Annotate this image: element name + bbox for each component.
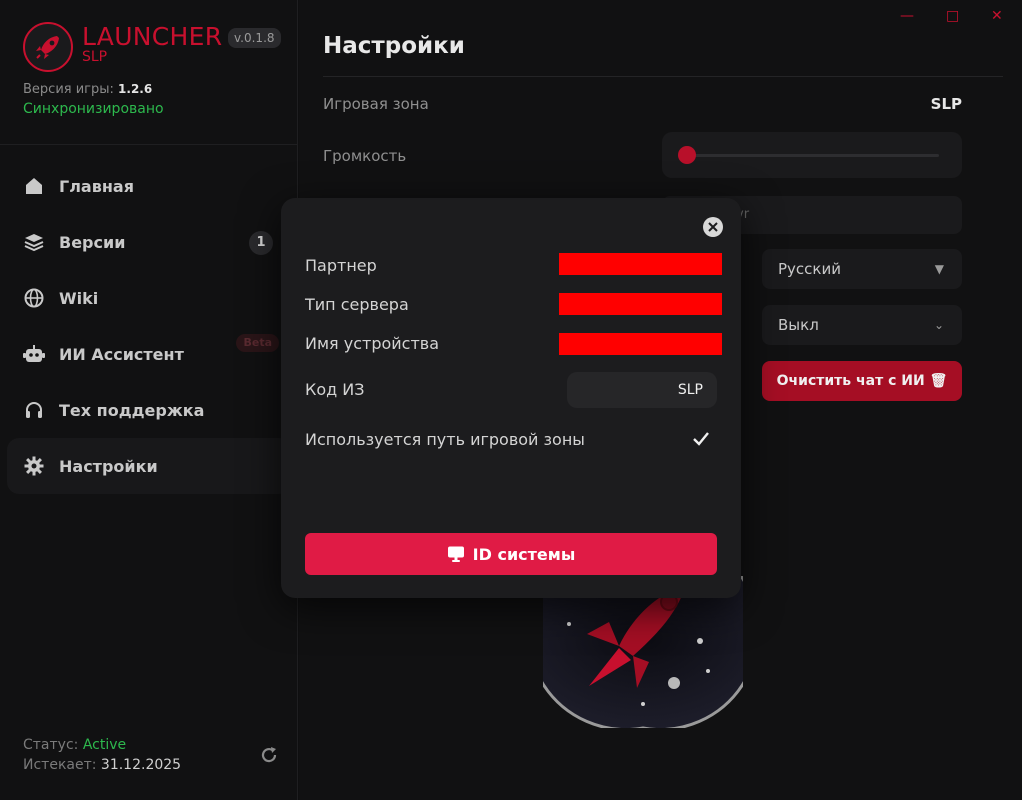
trash-icon: 🗑 xyxy=(929,373,948,389)
license-expiry: Истекает: 31.12.2025 xyxy=(23,757,181,773)
sidebar-item-settings[interactable]: Настройки xyxy=(7,438,291,494)
code-field[interactable]: SLP xyxy=(567,372,717,408)
rocket-illustration xyxy=(543,576,743,728)
partner-label: Партнер xyxy=(305,256,377,275)
caret-down-icon: ▼ xyxy=(934,262,944,276)
sidebar-item-wiki[interactable]: Wiki xyxy=(7,270,291,326)
server-type-label: Тип сервера xyxy=(305,295,409,314)
sidebar-item-label: Версии xyxy=(59,232,126,252)
server-type-value-redacted xyxy=(559,293,722,315)
sidebar-item-label: Настройки xyxy=(59,456,158,476)
game-version: Версия игры: 1.2.6 xyxy=(23,82,152,97)
headphones-icon xyxy=(23,399,45,421)
layers-icon xyxy=(23,231,45,253)
toggle-select[interactable]: Выкл ⌄ xyxy=(762,305,962,345)
beta-badge: Beta xyxy=(236,334,279,352)
sidebar-nav: Главная Версии 1 Wiki ИИ Ассистент Beta xyxy=(7,158,291,494)
language-select[interactable]: Русский ▼ xyxy=(762,249,962,289)
expires-value: 31.12.2025 xyxy=(100,757,182,773)
system-id-label: ID системы xyxy=(472,544,576,564)
system-id-button[interactable]: ID системы xyxy=(305,533,717,575)
partner-value-redacted xyxy=(559,253,722,275)
brand-name: LAUNCHER xyxy=(82,22,223,51)
game-zone-label: Игровая зона xyxy=(323,95,429,113)
clear-ai-chat-label: Очистить чат с ИИ xyxy=(776,373,925,389)
code-label: Код ИЗ xyxy=(305,380,365,399)
status-value: Active xyxy=(82,737,127,753)
volume-thumb[interactable] xyxy=(678,146,696,164)
sidebar-item-label: Тех поддержка xyxy=(59,400,205,420)
sidebar-item-label: ИИ Ассистент xyxy=(59,344,184,364)
title-divider xyxy=(323,76,1003,77)
sidebar-item-label: Wiki xyxy=(59,288,99,308)
brand: LAUNCHER SLP xyxy=(82,22,223,65)
volume-slider[interactable] xyxy=(662,132,962,178)
language-value: Русский xyxy=(778,260,841,278)
license-status: Статус: Active xyxy=(23,737,126,753)
rocket-logo-icon xyxy=(23,22,73,72)
game-zone-value: SLP xyxy=(930,95,962,113)
checkmark-icon xyxy=(692,430,710,448)
device-name-value-redacted xyxy=(559,333,722,355)
robot-icon xyxy=(23,343,45,365)
status-label: Статус: xyxy=(23,737,79,753)
sidebar-item-versions[interactable]: Версии 1 xyxy=(7,214,291,270)
toggle-value: Выкл xyxy=(778,316,819,334)
sidebar-item-home[interactable]: Главная xyxy=(7,158,291,214)
system-info-modal: Партнер Тип сервера Имя устройства Код И… xyxy=(281,198,741,598)
clear-ai-chat-button[interactable]: Очистить чат с ИИ 🗑 xyxy=(762,361,962,401)
sidebar-item-ai-assistant[interactable]: ИИ Ассистент Beta xyxy=(7,326,291,382)
sidebar: LAUNCHER SLP v.0.1.8 Версия игры: 1.2.6 … xyxy=(0,0,298,800)
brand-subtitle: SLP xyxy=(82,49,108,65)
versions-count-badge: 1 xyxy=(249,231,273,255)
volume-track xyxy=(687,154,939,157)
sync-status: Синхронизировано xyxy=(23,101,164,117)
path-used-label: Используется путь игровой зоны xyxy=(305,430,585,449)
refresh-icon[interactable] xyxy=(259,745,279,765)
sidebar-item-support[interactable]: Тех поддержка xyxy=(7,382,291,438)
maximize-icon[interactable]: □ xyxy=(946,8,959,24)
home-icon xyxy=(23,175,45,197)
close-icon[interactable] xyxy=(703,217,723,237)
expires-label: Истекает: xyxy=(23,757,97,773)
gear-icon xyxy=(23,455,45,477)
volume-label: Громкость xyxy=(323,147,407,165)
page-title: Настройки xyxy=(323,33,465,59)
sidebar-divider xyxy=(0,144,298,145)
game-version-label: Версия игры: xyxy=(23,82,114,97)
globe-icon xyxy=(23,287,45,309)
launcher-version-badge: v.0.1.8 xyxy=(228,28,281,48)
game-version-value: 1.2.6 xyxy=(118,82,153,96)
close-window-icon[interactable]: ✕ xyxy=(991,8,1003,24)
device-name-label: Имя устройства xyxy=(305,334,440,353)
minimize-icon[interactable]: — xyxy=(900,8,914,24)
chevron-down-icon: ⌄ xyxy=(933,318,944,332)
sidebar-item-label: Главная xyxy=(59,176,134,196)
monitor-icon xyxy=(447,545,465,563)
